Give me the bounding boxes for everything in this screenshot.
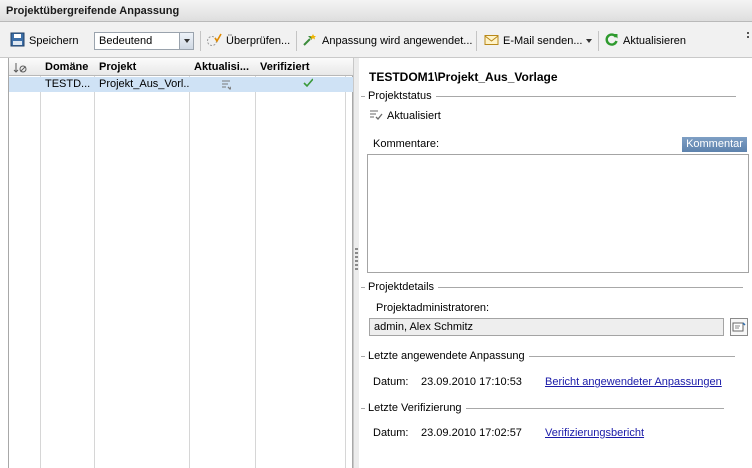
save-icon xyxy=(10,32,25,50)
window-title: Projektübergreifende Anpassung xyxy=(0,0,752,22)
column-header-domain[interactable]: Domäne xyxy=(41,58,94,76)
status-value: Aktualisiert xyxy=(387,110,441,122)
table-row[interactable]: TESTD... Projekt_Aus_Vorl... xyxy=(9,77,353,92)
priority-value: Bedeutend xyxy=(99,35,153,47)
priority-select[interactable]: Bedeutend xyxy=(94,32,194,50)
admins-value: admin, Alex Schmitz xyxy=(374,321,474,333)
apply-icon xyxy=(302,32,318,50)
grid-header: Domäne Projekt Aktualisi... Verifiziert xyxy=(9,58,353,76)
updated-icon xyxy=(217,79,231,93)
section-project-details: Projektdetails xyxy=(361,280,744,294)
detail-title: TESTDOM1\Projekt_Aus_Vorlage xyxy=(369,70,558,84)
last-applied-date-label: Datum: xyxy=(373,376,409,388)
last-verify-date: 23.09.2010 17:02:57 xyxy=(421,427,522,439)
section-title: Projektstatus xyxy=(365,90,436,102)
section-project-status: Projektstatus xyxy=(361,89,736,103)
email-label: E-Mail senden... xyxy=(503,35,583,47)
column-header-project[interactable]: Projekt xyxy=(95,58,189,76)
last-verify-date-label: Datum: xyxy=(373,427,409,439)
chevron-down-icon[interactable] xyxy=(586,39,593,43)
verify-icon xyxy=(206,33,222,50)
toolbar: Speichern Bedeutend Überprüfen... Anpass… xyxy=(0,22,752,58)
send-email-button[interactable]: E-Mail senden... xyxy=(484,32,593,50)
select-users-icon xyxy=(732,322,746,332)
refresh-icon xyxy=(604,32,619,50)
email-icon xyxy=(484,34,499,49)
comments-textarea[interactable] xyxy=(367,154,749,273)
toolbar-divider xyxy=(598,31,599,51)
toolbar-overflow-icon[interactable] xyxy=(747,32,749,46)
verify-button[interactable]: Überprüfen... xyxy=(206,32,290,50)
sort-column-header[interactable] xyxy=(9,58,40,76)
section-last-applied: Letzte angewendete Anpassung xyxy=(361,349,735,363)
detail-panel: TESTDOM1\Projekt_Aus_Vorlage Projektstat… xyxy=(359,58,752,468)
add-comment-button[interactable]: Kommentar xyxy=(682,137,747,152)
refresh-label: Aktualisieren xyxy=(623,35,686,47)
verification-report-link[interactable]: Verifizierungsbericht xyxy=(545,427,644,439)
admins-label: Projektadministratoren: xyxy=(376,302,490,314)
apply-label: Anpassung wird angewendet... xyxy=(322,35,473,47)
column-header-verified[interactable]: Verifiziert xyxy=(256,58,345,76)
applied-report-link[interactable]: Bericht angewendeter Anpassungen xyxy=(545,376,722,388)
section-title: Projektdetails xyxy=(365,281,439,293)
toolbar-divider xyxy=(296,31,297,51)
status-updated-icon xyxy=(369,109,383,124)
checkmark-icon xyxy=(299,78,313,92)
toolbar-divider xyxy=(200,31,201,51)
section-title: Letzte angewendete Anpassung xyxy=(365,350,529,362)
admins-field[interactable]: admin, Alex Schmitz xyxy=(369,318,724,336)
chevron-down-icon[interactable] xyxy=(179,33,193,49)
verify-label: Überprüfen... xyxy=(226,35,291,47)
apply-customization-button[interactable]: Anpassung wird angewendet... xyxy=(302,32,472,50)
cell-domain: TESTD... xyxy=(45,78,91,90)
cell-project: Projekt_Aus_Vorl... xyxy=(99,78,189,90)
section-title: Letzte Verifizierung xyxy=(365,402,466,414)
sort-icon xyxy=(13,63,27,73)
toolbar-divider xyxy=(476,31,477,51)
comments-label: Kommentare: xyxy=(373,138,440,150)
projects-grid: Domäne Projekt Aktualisi... Verifiziert … xyxy=(8,58,353,468)
section-last-verification: Letzte Verifizierung xyxy=(361,401,724,415)
column-header-updated[interactable]: Aktualisi... xyxy=(190,58,255,76)
refresh-button[interactable]: Aktualisieren xyxy=(604,32,686,50)
edit-admins-button[interactable] xyxy=(730,318,748,336)
save-button[interactable]: Speichern xyxy=(10,32,79,50)
save-label: Speichern xyxy=(29,35,79,47)
last-applied-date: 23.09.2010 17:10:53 xyxy=(421,376,522,388)
